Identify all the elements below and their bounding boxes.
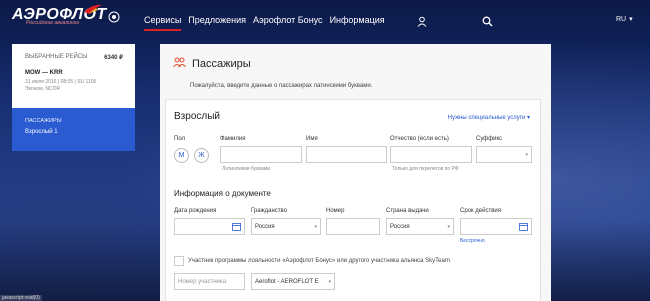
issue-country-value: Россия <box>390 224 410 230</box>
patronymic-label: Отчество (если есть) <box>390 136 449 142</box>
name-field[interactable] <box>306 146 387 163</box>
chevron-down-icon: ▾ <box>525 152 528 158</box>
loyalty-program-value: Aeroflot - AEROFLOT E <box>255 279 319 285</box>
surname-hint: Латинскими буквами <box>222 166 270 172</box>
language-selector[interactable]: RU ▾ <box>616 15 633 24</box>
passengers-step[interactable]: ПАССАЖИРЫ Взрослый 1 <box>12 108 135 151</box>
user-icon[interactable] <box>417 14 427 32</box>
surname-label: Фамилия <box>220 136 246 142</box>
nav-info[interactable]: Информация <box>330 15 385 31</box>
doc-number-label: Номер <box>326 208 345 214</box>
header: АЭРОФЛОТ Российские авиалинии Сервисы Пр… <box>0 0 650 40</box>
citizenship-label: Гражданство <box>251 208 287 214</box>
chevron-down-icon: ▾ <box>629 16 633 23</box>
issue-country-select[interactable]: Россия ▾ <box>386 218 454 235</box>
birth-date-label: Дата рождения <box>174 208 217 214</box>
passengers-panel: Пассажиры Пожалуйста, введите данные о п… <box>160 44 551 301</box>
doc-number-field[interactable] <box>326 218 380 235</box>
nav-bonus[interactable]: Аэрофлот Бонус <box>253 15 323 31</box>
gender-label: Пол <box>174 136 186 142</box>
search-icon[interactable] <box>482 14 493 32</box>
suffix-select[interactable]: ▾ <box>476 146 532 163</box>
surname-field[interactable] <box>220 146 302 163</box>
fare-class: Эконом, NCOR <box>25 86 61 92</box>
indefinite-validity-link[interactable]: Бессрочно <box>460 238 485 244</box>
booking-summary: ВЫБРАННЫЕ РЕЙСЫ 6340 ₽ MOW — KRR 31 июля… <box>12 44 135 151</box>
total-price: 6340 ₽ <box>104 55 123 61</box>
citizenship-value: Россия <box>255 224 275 230</box>
page-title: Пассажиры <box>192 58 251 70</box>
member-number-field[interactable]: Номер участника <box>174 273 245 290</box>
birth-date-field[interactable] <box>174 218 245 235</box>
skyteam-icon <box>108 10 120 28</box>
main-nav: Сервисы Предложения Аэрофлот Бонус Инфор… <box>144 15 385 31</box>
passengers-icon <box>173 55 186 73</box>
selected-flights-label: ВЫБРАННЫЕ РЕЙСЫ <box>25 54 88 60</box>
patronymic-hint: Только для перелетов по РФ <box>392 166 459 172</box>
validity-label: Срок действия <box>460 208 502 214</box>
gender-male-button[interactable]: М <box>174 148 189 163</box>
member-number-placeholder: Номер участника <box>178 279 227 285</box>
flight-route[interactable]: MOW — KRR <box>12 61 135 76</box>
flight-details: 31 июля 2016 | 08:05 | SU 1106 <box>25 79 97 85</box>
loyalty-program-select[interactable]: Aeroflot - AEROFLOT E ▾ <box>251 273 335 290</box>
language-label: RU <box>616 15 627 23</box>
gender-female-button[interactable]: Ж <box>194 148 209 163</box>
calendar-icon[interactable] <box>519 222 528 233</box>
chevron-down-icon: ▾ <box>314 224 317 230</box>
latin-hint: Пожалуйста, введите данные о пассажирах … <box>190 83 373 89</box>
calendar-icon[interactable] <box>232 222 241 233</box>
loyalty-checkbox[interactable] <box>174 256 184 266</box>
nav-services[interactable]: Сервисы <box>144 15 182 31</box>
name-label: Имя <box>306 136 318 142</box>
chevron-down-icon: ▾ <box>447 224 450 230</box>
loyalty-label: Участник программы лояльности «Аэрофлот … <box>188 258 450 264</box>
issue-country-label: Страна выдачи <box>386 208 429 214</box>
chevron-down-icon: ▾ <box>328 279 331 285</box>
status-bar-url: javascript:void(0) <box>0 295 42 301</box>
logo-subtitle: Российские авиалинии <box>26 20 80 26</box>
suffix-label: Суффикс <box>476 136 503 142</box>
patronymic-field[interactable] <box>390 146 472 163</box>
citizenship-select[interactable]: Россия ▾ <box>251 218 321 235</box>
passengers-step-label: ПАССАЖИРЫ <box>25 118 62 124</box>
aeroflot-wing-icon <box>82 2 104 21</box>
nav-offers[interactable]: Предложения <box>188 15 246 31</box>
document-section-title: Информация о документе <box>174 189 271 198</box>
adult-passenger-form: Взрослый Нужны специальные услуги ▾ Пол … <box>165 99 541 301</box>
special-services-link[interactable]: Нужны специальные услуги ▾ <box>448 114 530 121</box>
passenger-type-title: Взрослый <box>174 111 220 122</box>
passenger-adult-item[interactable]: Взрослый 1 <box>25 129 122 135</box>
validity-date-field[interactable] <box>460 218 532 235</box>
